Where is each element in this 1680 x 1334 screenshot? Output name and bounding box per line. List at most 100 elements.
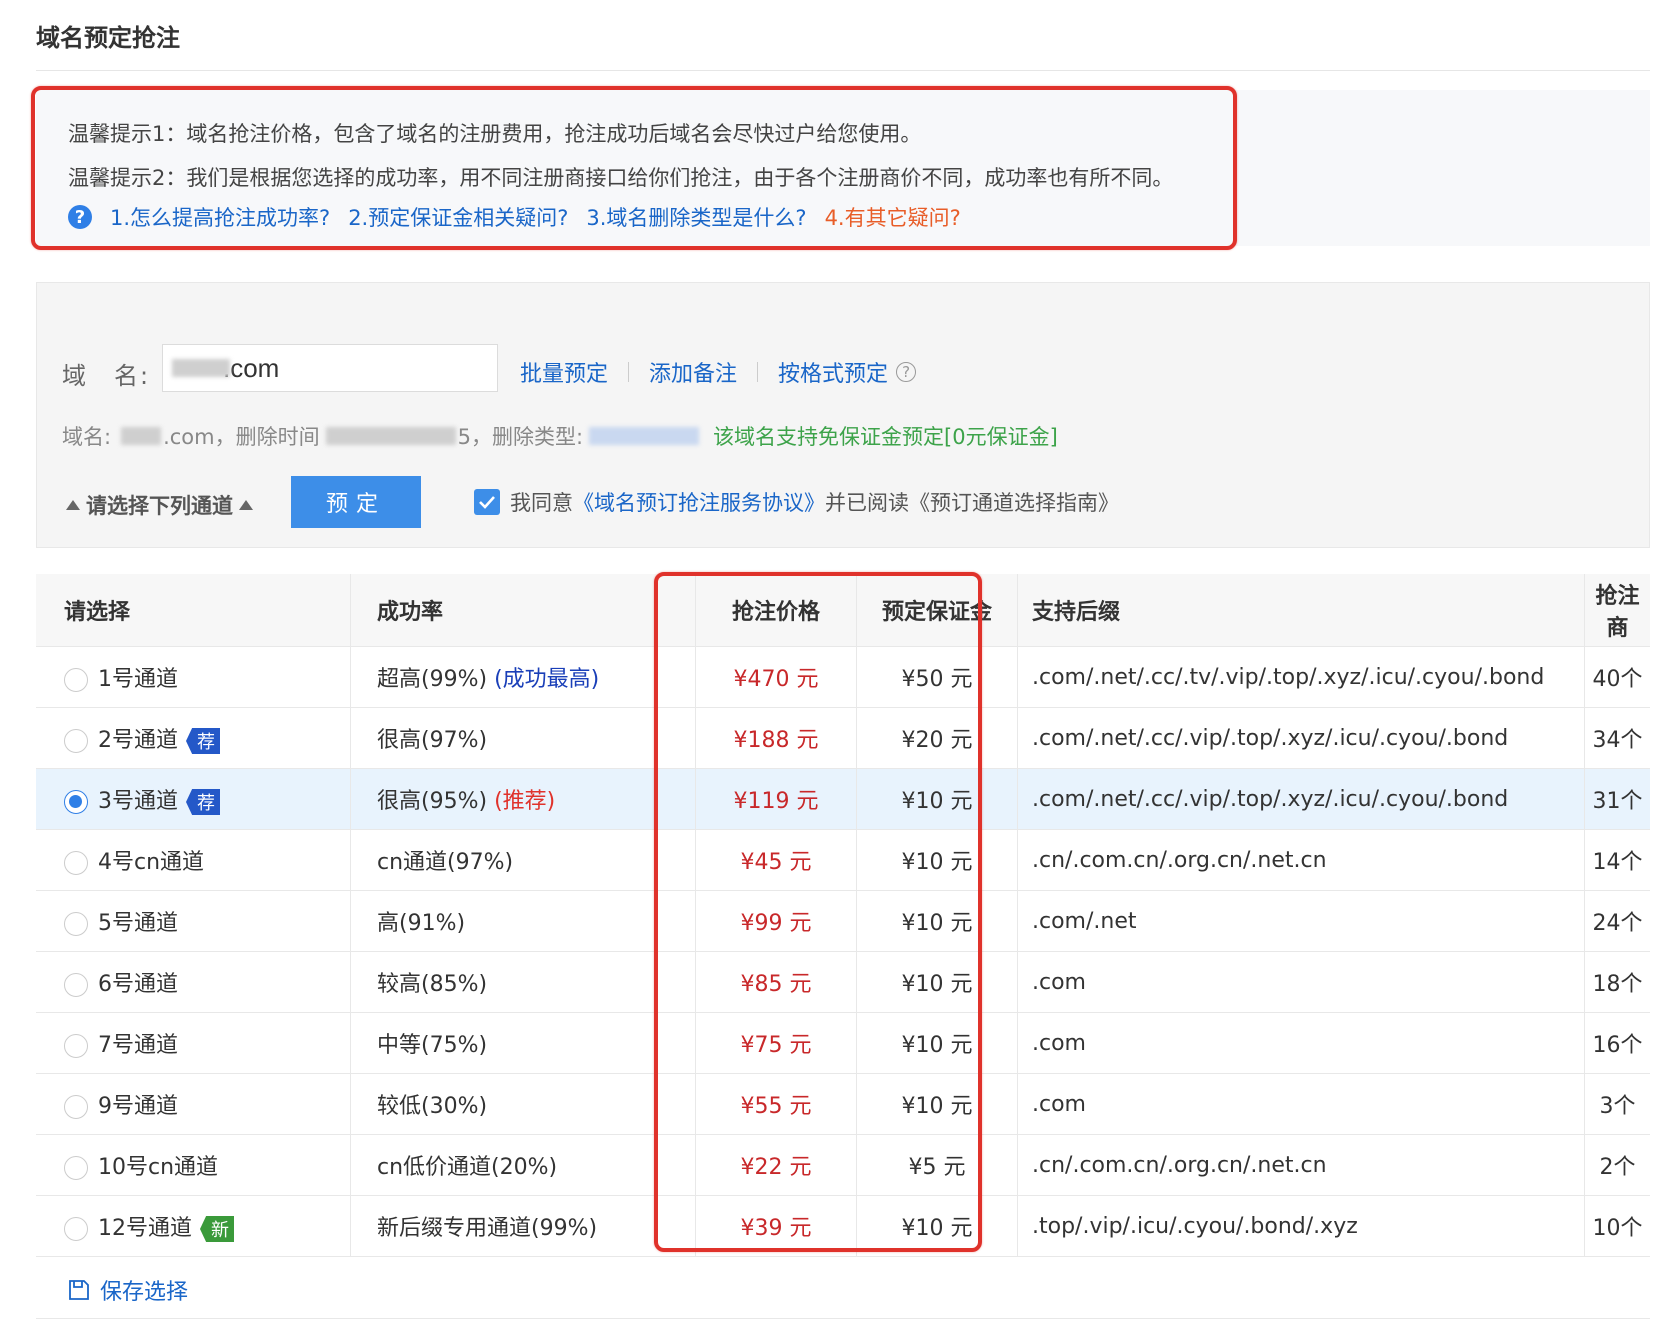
channel-toggle-label: 请选择下列通道 — [86, 494, 233, 518]
save-selection[interactable]: 保存选择 — [68, 1274, 188, 1306]
add-note-link[interactable]: 添加备注 — [649, 356, 737, 388]
channel-radio[interactable] — [64, 668, 88, 692]
success-rate: cn低价通道(20%) — [377, 1155, 558, 1180]
supported-suffixes: .com/.net/.cc/.vip/.top/.xyz/.icu/.cyou/… — [1032, 786, 1509, 812]
form-actions: 批量预定 添加备注 按格式预定 ? — [520, 356, 917, 388]
title-divider — [36, 70, 1650, 71]
channel-name: 7号通道 — [98, 1033, 178, 1058]
check-icon — [479, 496, 495, 509]
info-domain-label: 域名: — [62, 425, 112, 449]
table-row[interactable]: 12号通道新 新后缀专用通道(99%) ¥39 元 ¥10 元 .top/.vip/.i… — [36, 1195, 1650, 1257]
supported-suffixes: .cn/.com.cn/.org.cn/.net.cn — [1032, 1152, 1327, 1178]
supported-suffixes: .top/.vip/.icu/.cyou/.bond/.xyz — [1032, 1213, 1358, 1239]
deposit: ¥20 元 — [901, 728, 973, 753]
table-row[interactable]: 10号cn通道 cn低价通道(20%) ¥22 元 ¥5 元 .cn/.com.cn/.… — [36, 1134, 1650, 1196]
deposit: ¥10 元 — [901, 850, 973, 875]
success-rate: 很高(95%) — [377, 789, 488, 814]
book-button[interactable]: 预定 — [291, 476, 421, 528]
table-header-row: 请选择 成功率 抢注价格 预定保证金 支持后缀 抢注商 — [36, 574, 1650, 647]
protocol-link[interactable]: 《域名预订抢注服务协议》 — [573, 491, 825, 515]
table-row[interactable]: 4号cn通道 cn通道(97%) ¥45 元 ¥10 元 .cn/.com.cn/.or… — [36, 829, 1650, 891]
table-row[interactable]: 6号通道 较高(85%) ¥85 元 ¥10 元 .com 18个 — [36, 951, 1650, 1013]
channel-badge: 新 — [200, 1216, 234, 1242]
header-select: 请选择 — [36, 574, 351, 647]
header-rate: 成功率 — [350, 574, 696, 647]
channel-name: 1号通道 — [98, 667, 178, 692]
table-row[interactable]: 1号通道 超高(99%) (成功最高) ¥470 元 ¥50 元 .com/.net/.… — [36, 646, 1650, 708]
channel-badge: 荐 — [186, 789, 220, 815]
registrar-count: 34个 — [1592, 728, 1643, 753]
registrar-count: 24个 — [1592, 911, 1643, 936]
agreement: 我同意《域名预订抢注服务协议》并已阅读《预订通道选择指南》 — [474, 487, 1119, 517]
channel-radio[interactable] — [64, 1217, 88, 1241]
table-row[interactable]: 2号通道荐 很高(97%) ¥188 元 ¥20 元 .com/.net/.cc/.vi… — [36, 707, 1650, 769]
channel-radio[interactable] — [64, 912, 88, 936]
channel-radio[interactable] — [64, 1034, 88, 1058]
price: ¥188 元 — [733, 728, 819, 753]
header-registrar: 抢注商 — [1584, 574, 1650, 647]
channel-table: 请选择 成功率 抢注价格 预定保证金 支持后缀 抢注商 1号通道 超高(99%) … — [36, 574, 1650, 1257]
batch-book-link[interactable]: 批量预定 — [520, 356, 608, 388]
success-rate: 较高(85%) — [377, 972, 488, 997]
triangle-up-icon — [66, 500, 80, 510]
rate-note: (推荐) — [494, 789, 556, 814]
channel-radio[interactable] — [64, 973, 88, 997]
info-domain-suffix: .com， — [163, 425, 236, 449]
info-delete-type-label: 删除类型: — [491, 425, 584, 449]
channel-name: 9号通道 — [98, 1094, 178, 1119]
table-row[interactable]: 9号通道 较低(30%) ¥55 元 ¥10 元 .com 3个 — [36, 1073, 1650, 1135]
channel-radio[interactable] — [64, 1095, 88, 1119]
triangle-up-icon — [239, 500, 253, 510]
channel-toggle[interactable]: 请选择下列通道 — [66, 490, 253, 520]
channel-radio[interactable] — [64, 851, 88, 875]
guide-link[interactable]: 《预订通道选择指南》 — [909, 491, 1119, 515]
table-row[interactable]: 3号通道荐 很高(95%) (推荐) ¥119 元 ¥10 元 .com/.net/.c… — [36, 768, 1650, 830]
channel-name: 10号cn通道 — [98, 1155, 219, 1180]
channel-badge: 荐 — [186, 728, 220, 754]
domain-label: 域 名: — [62, 362, 151, 390]
header-price: 抢注价格 — [695, 574, 857, 647]
supported-suffixes: .com — [1032, 969, 1086, 995]
success-rate: 很高(97%) — [377, 728, 488, 753]
channel-radio[interactable] — [64, 1156, 88, 1180]
success-rate: 较低(30%) — [377, 1094, 488, 1119]
channel-name: 4号cn通道 — [98, 850, 205, 875]
info-delete-time-suffix: 5， — [457, 425, 492, 449]
bottom-divider — [36, 1318, 1650, 1319]
info-delete-time-label: 删除时间 — [235, 425, 320, 449]
registrar-count: 2个 — [1599, 1155, 1636, 1180]
deposit: ¥10 元 — [901, 1094, 973, 1119]
domain-info: 域名: .com， 删除时间 5， 删除类型: 该域名支持免保证金预定[0元保证… — [62, 421, 1058, 451]
channel-radio[interactable] — [64, 790, 88, 814]
table-row[interactable]: 5号通道 高(91%) ¥99 元 ¥10 元 .com/.net 24个 — [36, 890, 1650, 952]
supported-suffixes: .cn/.com.cn/.org.cn/.net.cn — [1032, 847, 1327, 873]
save-icon — [69, 1280, 89, 1300]
format-book-link[interactable]: 按格式预定 — [778, 356, 888, 388]
success-rate: 中等(75%) — [377, 1033, 488, 1058]
registrar-count: 40个 — [1592, 667, 1643, 692]
redacted-domain-name — [172, 359, 230, 377]
table-row[interactable]: 7号通道 中等(75%) ¥75 元 ¥10 元 .com 16个 — [36, 1012, 1650, 1074]
channel-name: 2号通道 — [98, 728, 178, 753]
price: ¥22 元 — [740, 1155, 812, 1180]
price: ¥119 元 — [733, 789, 819, 814]
deposit: ¥10 元 — [901, 789, 973, 814]
rate-note: (成功最高) — [494, 667, 600, 692]
deposit: ¥50 元 — [901, 667, 973, 692]
price: ¥85 元 — [740, 972, 812, 997]
registrar-count: 14个 — [1592, 850, 1643, 875]
agree-checkbox[interactable] — [474, 489, 500, 515]
deposit: ¥10 元 — [901, 1033, 973, 1058]
success-rate: 新后缀专用通道(99%) — [377, 1216, 598, 1241]
channel-name: 12号通道 — [98, 1216, 192, 1241]
price: ¥75 元 — [740, 1033, 812, 1058]
help-icon[interactable]: ? — [896, 362, 917, 382]
price: ¥55 元 — [740, 1094, 812, 1119]
channel-name: 3号通道 — [98, 789, 178, 814]
supported-suffixes: .com/.net — [1032, 908, 1137, 934]
page-title: 域名预定抢注 — [36, 24, 180, 52]
channel-name: 5号通道 — [98, 911, 178, 936]
deposit: ¥10 元 — [901, 972, 973, 997]
success-rate: 高(91%) — [377, 911, 466, 936]
channel-radio[interactable] — [64, 729, 88, 753]
